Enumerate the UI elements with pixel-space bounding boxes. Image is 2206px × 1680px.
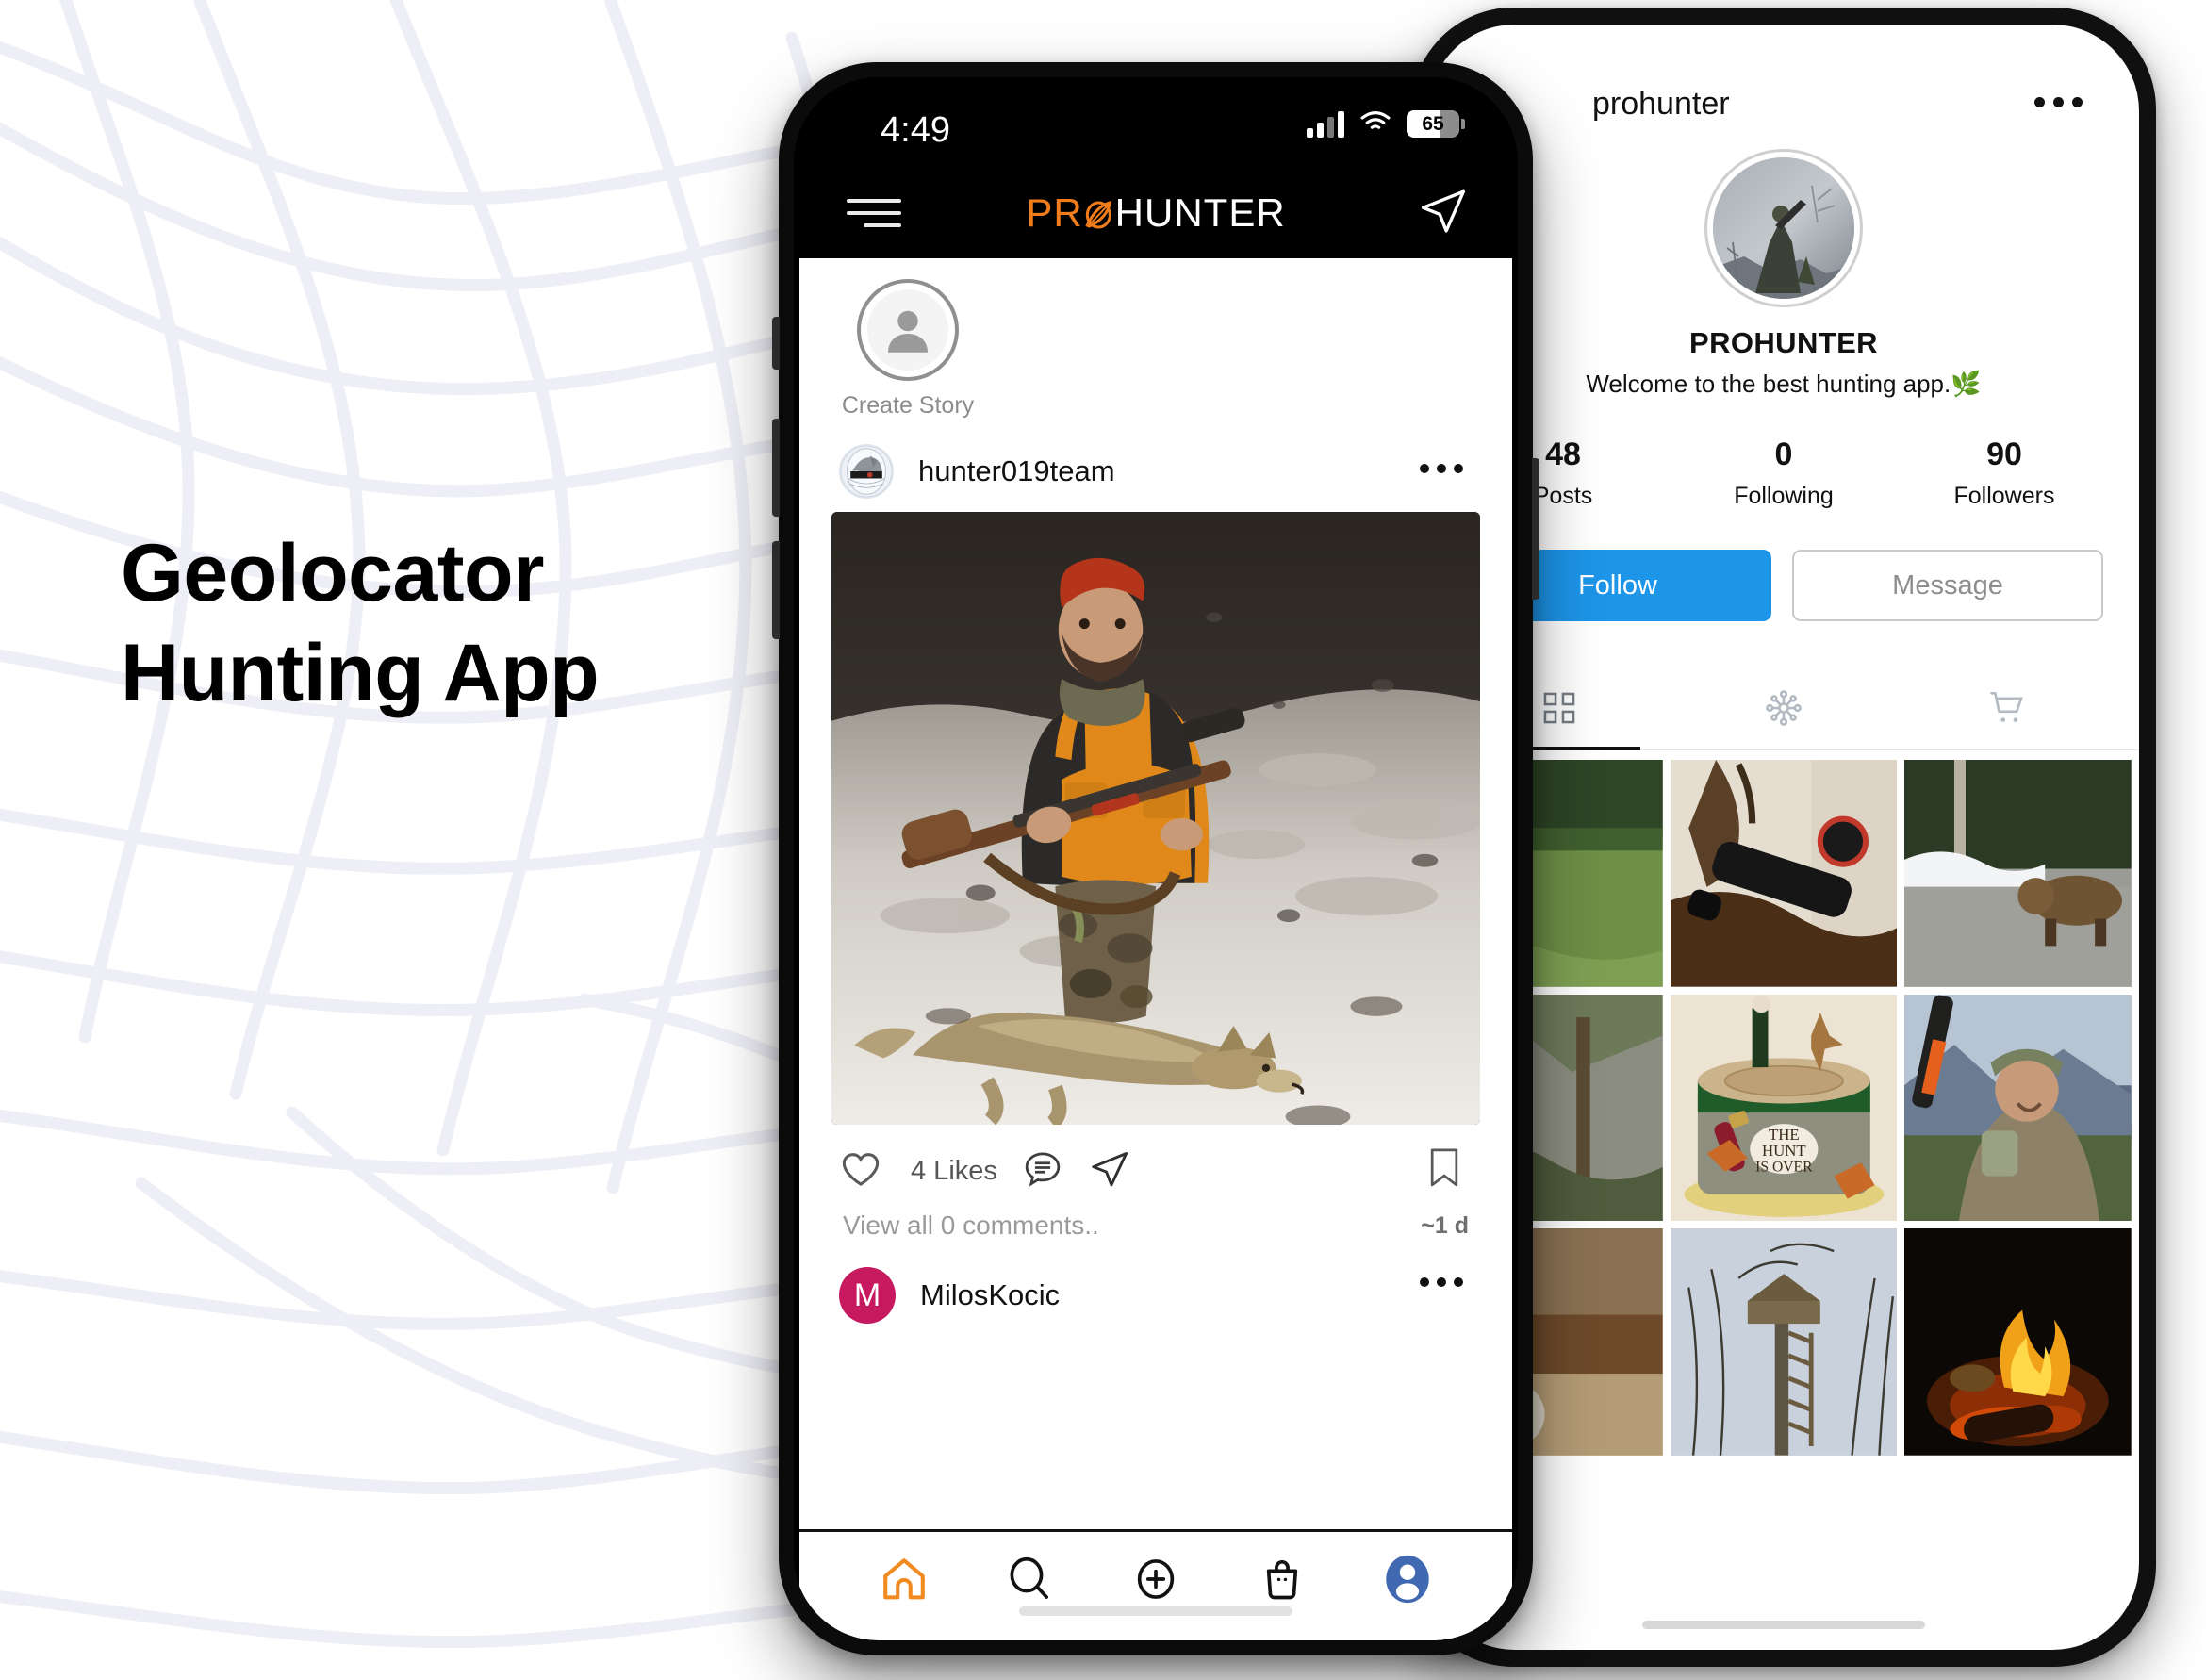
tab-shop[interactable] [1896, 670, 2120, 749]
tab-tagged[interactable] [1671, 670, 1896, 749]
more-options-icon[interactable] [2034, 97, 2083, 107]
profile-bio: Welcome to the best hunting app.🌿 [1428, 370, 2139, 399]
stories-row: Create Story [799, 258, 1512, 425]
svg-text:IS OVER: IS OVER [1755, 1159, 1813, 1175]
home-icon [879, 1554, 930, 1609]
heart-outline-icon[interactable] [839, 1147, 882, 1195]
battery-percent: 65 [1422, 112, 1444, 135]
profile-tabs [1428, 670, 2139, 750]
profile-photo [1713, 157, 1854, 299]
grid-item[interactable]: THE HUNT IS OVER [1670, 994, 1898, 1222]
create-story-item[interactable]: Create Story [837, 279, 979, 420]
stat-followers[interactable]: 90 Followers [1894, 436, 2115, 510]
likes-count: 4 Likes [911, 1156, 997, 1186]
phone-mockup-feed: 4:49 65 PR HUNTER Create Story hunter019… [772, 62, 1539, 1655]
search-icon [1005, 1555, 1054, 1608]
phone-screen-left: 4:49 65 PR HUNTER Create Story hunter019… [794, 77, 1518, 1640]
volume-up-button[interactable] [772, 419, 780, 517]
logo-oslash-icon [1083, 190, 1115, 236]
comment-item: M MilosKocic [799, 1241, 1512, 1324]
post-image[interactable] [831, 512, 1480, 1125]
stat-following-label: Following [1734, 483, 1834, 509]
plus-circle-icon [1131, 1555, 1180, 1608]
profile-avatar-icon [1380, 1552, 1435, 1611]
comment-author-name[interactable]: MilosKocic [920, 1278, 1060, 1312]
create-story-label: Create Story [841, 392, 975, 419]
status-indicators: 65 [1307, 109, 1465, 139]
battery-icon: 65 [1407, 110, 1465, 138]
stat-followers-label: Followers [1953, 483, 2055, 509]
app-logo: PR HUNTER [1026, 190, 1285, 236]
avatar[interactable] [1704, 149, 1863, 307]
person-avatar-icon [867, 289, 948, 371]
shopping-bag-icon [1258, 1555, 1307, 1608]
profile-username: prohunter [1592, 86, 1730, 122]
herb-leaf-emoji: 🌿 [1951, 370, 1982, 398]
avatar[interactable]: M [839, 1267, 896, 1324]
view-comments-link[interactable]: View all 0 comments.. [843, 1211, 1099, 1241]
hamburger-menu-icon[interactable] [847, 199, 901, 227]
profile-bio-text: Welcome to the best hunting app. [1586, 370, 1951, 398]
nav-profile[interactable] [1365, 1547, 1450, 1617]
shopping-cart-icon [1988, 688, 2028, 733]
grid-item[interactable] [1670, 760, 1898, 987]
home-indicator [1642, 1621, 1925, 1629]
app-bar: PR HUNTER [794, 168, 1518, 258]
paper-plane-icon[interactable] [1418, 186, 1469, 241]
profile-full-name: PROHUNTER [1689, 326, 1878, 359]
wifi-icon [1359, 109, 1391, 139]
home-indicator [1019, 1606, 1292, 1616]
bottom-navigation [799, 1529, 1512, 1640]
grid-item[interactable] [1904, 994, 2132, 1222]
logo-pro-text: PR [1026, 190, 1083, 235]
profile-header: prohunter [1428, 25, 2139, 128]
hero-heading: Geolocator Hunting App [121, 528, 799, 719]
logo-hunter-text: HUNTER [1114, 190, 1286, 235]
share-paper-plane-icon[interactable] [1088, 1147, 1131, 1195]
status-time: 4:49 [881, 109, 950, 150]
post-author-name[interactable]: hunter019team [918, 454, 1115, 488]
grid-item[interactable] [1904, 760, 2132, 987]
more-options-icon[interactable] [1420, 1277, 1463, 1287]
mute-switch[interactable] [772, 317, 780, 370]
status-bar: 4:49 65 [794, 77, 1518, 168]
power-button[interactable] [1532, 458, 1539, 600]
profile-photo-grid: THE HUNT IS OVER [1428, 750, 2139, 1457]
message-button[interactable]: Message [1792, 550, 2103, 621]
stat-following-value: 0 [1774, 436, 1793, 472]
stat-followers-value: 90 [1986, 436, 2022, 472]
post-header: hunter019team [799, 425, 1512, 512]
grid-item[interactable] [1670, 1228, 1898, 1457]
grid-item[interactable] [1904, 1228, 2132, 1457]
post-action-bar: 4 Likes [799, 1125, 1512, 1201]
svg-text:HUNT: HUNT [1762, 1142, 1806, 1160]
profile-avatar-container [1428, 149, 2139, 307]
post-timestamp: ~1 d [1421, 1211, 1469, 1239]
network-nodes-icon [1764, 688, 1803, 733]
post-caption-row: View all 0 comments.. ~1 d [799, 1201, 1512, 1241]
cellular-signal-icon [1307, 110, 1344, 138]
stat-following[interactable]: 0 Following [1673, 436, 1894, 510]
comment-bubble-icon[interactable] [1022, 1148, 1063, 1194]
story-ring [857, 279, 959, 381]
hero-line-1: Geolocator [121, 528, 544, 618]
phone-screen-right: prohunter PROHUNTER Welcome to the best … [1428, 25, 2139, 1650]
bookmark-outline-icon[interactable] [1424, 1145, 1465, 1195]
hunter019team-logo-icon[interactable] [839, 444, 894, 499]
grid-icon [1541, 690, 1577, 731]
hero-line-2: Hunting App [121, 628, 600, 719]
feed-content[interactable]: Create Story hunter019team 4 Likes View … [799, 258, 1512, 1529]
more-options-icon[interactable] [1420, 464, 1463, 473]
nav-home[interactable] [862, 1547, 947, 1617]
